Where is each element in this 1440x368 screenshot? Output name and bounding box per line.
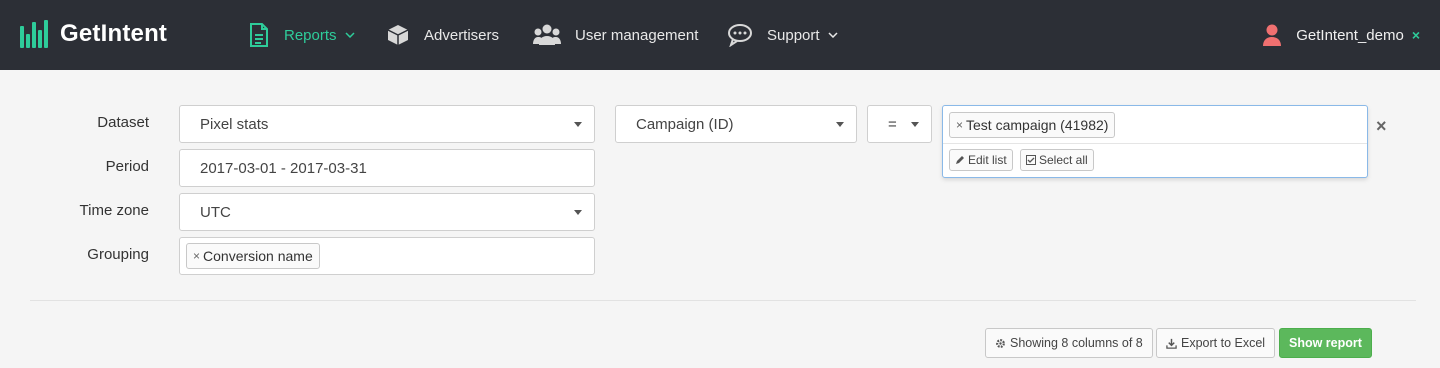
export-excel-label: Export to Excel xyxy=(1181,336,1266,350)
nav-advertisers[interactable]: Advertisers xyxy=(386,0,499,70)
dataset-label: Dataset xyxy=(97,114,149,131)
brand-logo[interactable]: GetIntent xyxy=(20,17,167,51)
dataset-select[interactable]: Pixel stats xyxy=(179,105,595,143)
brand-name: GetIntent xyxy=(60,20,168,47)
remove-filter-icon[interactable]: × xyxy=(1376,116,1387,137)
select-all-button[interactable]: Select all xyxy=(1020,149,1094,171)
filter-field-select[interactable]: Campaign (ID) xyxy=(615,105,857,143)
nav-support-label: Support xyxy=(767,26,820,44)
grouping-tag[interactable]: × Conversion name xyxy=(186,243,320,269)
edit-list-label: Edit list xyxy=(968,153,1007,167)
grouping-label: Grouping xyxy=(87,246,149,263)
chevron-down-icon xyxy=(345,32,355,38)
columns-label: Showing 8 columns of 8 xyxy=(1010,336,1143,350)
timezone-select[interactable]: UTC xyxy=(179,193,595,231)
tag-remove-icon[interactable]: × xyxy=(193,249,200,263)
nav-advertisers-label: Advertisers xyxy=(424,26,500,44)
chat-bubble-icon xyxy=(727,23,753,47)
timezone-label: Time zone xyxy=(79,202,149,219)
cube-icon xyxy=(386,23,410,47)
pencil-icon xyxy=(956,156,964,164)
username: GetIntent_demo xyxy=(1296,26,1404,44)
filter-value-tag-label: Test campaign (41982) xyxy=(966,116,1109,133)
chevron-down-icon xyxy=(828,32,838,38)
nav-user-management[interactable]: User management xyxy=(533,0,698,70)
nav-reports-label: Reports xyxy=(284,26,337,44)
filter-operator-select[interactable]: = xyxy=(867,105,932,143)
user-avatar-icon xyxy=(1262,23,1282,47)
users-icon xyxy=(533,23,561,47)
filter-value-tag[interactable]: × Test campaign (41982) xyxy=(949,111,1116,138)
edit-list-button[interactable]: Edit list xyxy=(949,149,1013,171)
filter-field-value: Campaign (ID) xyxy=(636,115,734,133)
period-input[interactable]: 2017-03-01 - 2017-03-31 xyxy=(179,149,595,187)
nav-user-management-label: User management xyxy=(575,26,699,44)
logout-icon[interactable]: × xyxy=(1412,27,1420,43)
dropdown-caret-icon xyxy=(574,122,582,127)
show-report-label: Show report xyxy=(1289,336,1362,350)
dropdown-caret-icon xyxy=(574,210,582,215)
export-excel-button[interactable]: Export to Excel xyxy=(1156,328,1276,358)
top-navbar: GetIntent Reports Advertisers User manag… xyxy=(0,0,1440,70)
gear-icon xyxy=(996,338,1005,348)
period-value: 2017-03-01 - 2017-03-31 xyxy=(200,159,367,177)
grouping-multiselect[interactable]: × Conversion name xyxy=(179,237,595,275)
document-icon xyxy=(248,23,270,47)
filter-operator-value: = xyxy=(888,115,897,133)
select-all-label: Select all xyxy=(1039,153,1088,167)
logo-bars-icon xyxy=(20,18,52,50)
period-label: Period xyxy=(105,158,149,175)
dataset-value: Pixel stats xyxy=(200,115,269,133)
filter-values-multiselect[interactable]: × Test campaign (41982) Edit list Select… xyxy=(942,105,1368,178)
columns-button[interactable]: Showing 8 columns of 8 xyxy=(985,328,1153,358)
filter-values-input[interactable]: × Test campaign (41982) xyxy=(943,106,1367,144)
checkbox-icon xyxy=(1026,155,1036,165)
show-report-button[interactable]: Show report xyxy=(1279,328,1372,358)
dropdown-caret-icon xyxy=(836,122,844,127)
divider xyxy=(30,300,1416,301)
grouping-tag-label: Conversion name xyxy=(203,248,313,264)
user-menu[interactable]: GetIntent_demo × xyxy=(1262,0,1420,70)
tag-remove-icon[interactable]: × xyxy=(956,118,963,132)
dropdown-caret-icon xyxy=(911,122,919,127)
timezone-value: UTC xyxy=(200,203,231,221)
nav-support[interactable]: Support xyxy=(727,0,838,70)
nav-reports[interactable]: Reports xyxy=(248,0,355,70)
download-icon xyxy=(1166,338,1177,349)
